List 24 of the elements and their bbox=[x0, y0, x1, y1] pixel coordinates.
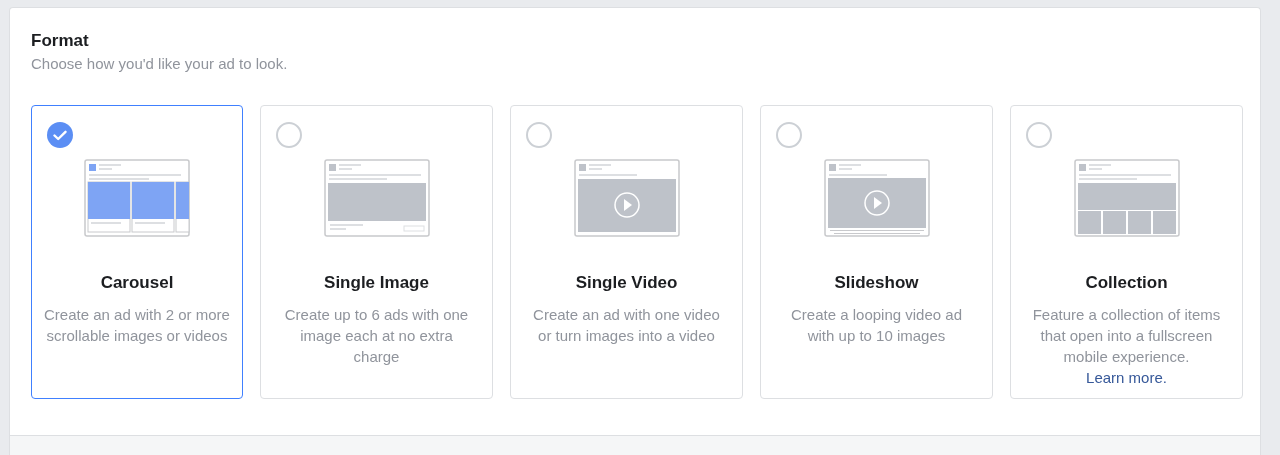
format-description: Create an ad with 2 or more scrollable images or videos bbox=[44, 305, 230, 346]
section-title: Format bbox=[31, 30, 90, 52]
format-title: Slideshow bbox=[834, 272, 919, 294]
format-card[interactable]: Single Video Create an ad with one video or turn images into a video bbox=[510, 105, 743, 399]
format-card[interactable]: Carousel Create an ad with 2 or more scrollable images or videos bbox=[31, 105, 243, 399]
format-title: Collection bbox=[1085, 272, 1168, 294]
radio-button[interactable] bbox=[47, 122, 73, 148]
learn-more-link[interactable]: Learn more. bbox=[1086, 369, 1167, 386]
checkmark-icon bbox=[53, 129, 67, 141]
format-title: Single Video bbox=[575, 272, 678, 294]
section-subtitle: Choose how you'd like your ad to look. bbox=[31, 54, 289, 73]
format-card[interactable]: Single Image Create up to 6 ads with one image each at no extra charge bbox=[260, 105, 493, 399]
format-description: Create an ad with one video or turn images into a video bbox=[532, 305, 721, 346]
format-title: Carousel bbox=[100, 272, 174, 294]
radio-button[interactable] bbox=[1026, 122, 1052, 148]
radio-button[interactable] bbox=[526, 122, 552, 148]
format-card[interactable]: Slideshow Create a looping video ad with up to 10 images bbox=[760, 105, 993, 399]
radio-button[interactable] bbox=[276, 122, 302, 148]
format-title: Single Image bbox=[324, 272, 429, 294]
format-description: Feature a collection of items that open into a fullscreen mobile experience. Learn more. bbox=[1031, 305, 1222, 388]
format-description: Create up to 6 ads with one image each at no extra charge bbox=[283, 305, 470, 367]
format-description: Create a looping video ad with up to 10 images bbox=[790, 305, 963, 346]
radio-button[interactable] bbox=[776, 122, 802, 148]
format-card[interactable]: Collection Feature a collection of items that open into a fullscreen mobile experience. Learn more. bbox=[1010, 105, 1243, 399]
